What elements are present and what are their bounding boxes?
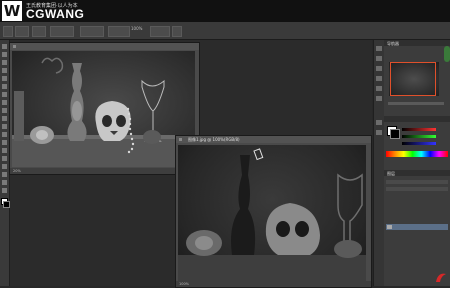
document-window[interactable]: 图像1.jpg @ 100%(RGB/8) 100% bbox=[175, 135, 372, 288]
option-dropdown[interactable] bbox=[80, 26, 104, 37]
close-icon[interactable] bbox=[13, 45, 16, 48]
logo-mark: W bbox=[2, 1, 22, 21]
logo-title: CGWANG bbox=[26, 7, 85, 21]
clone-stamp-tool-icon[interactable] bbox=[2, 108, 7, 113]
green-slider[interactable] bbox=[402, 135, 436, 138]
panels-column: 导航器 图层 bbox=[384, 40, 450, 286]
options-bar: 100% bbox=[0, 22, 450, 40]
red-slider[interactable] bbox=[402, 128, 436, 131]
properties-panel-icon[interactable] bbox=[376, 56, 382, 61]
option-dropdown[interactable] bbox=[50, 26, 74, 37]
status-bar: 20% bbox=[10, 168, 199, 174]
cgwang-logo: W 王氏教育集团·以人为本 CGWANG bbox=[2, 1, 86, 21]
eyedropper-tool-icon[interactable] bbox=[2, 84, 7, 89]
image-canvas[interactable] bbox=[178, 145, 366, 281]
document-tab[interactable] bbox=[10, 43, 199, 50]
eraser-tool-icon[interactable] bbox=[2, 124, 7, 129]
color-panel-icon[interactable] bbox=[376, 130, 382, 135]
character-panel-icon[interactable] bbox=[376, 86, 382, 91]
brand-logo-icon bbox=[436, 273, 446, 282]
navigator-view-box[interactable] bbox=[390, 62, 436, 96]
layers-panel-header[interactable]: 图层 bbox=[384, 170, 450, 176]
gradient-tool-icon[interactable] bbox=[2, 132, 7, 137]
document-window[interactable]: 20% bbox=[9, 42, 200, 175]
path-selection-tool-icon[interactable] bbox=[2, 164, 7, 169]
layer-thumbnail bbox=[387, 225, 392, 229]
shape-tool-icon[interactable] bbox=[2, 172, 7, 177]
zoom-status[interactable]: 100% bbox=[179, 282, 189, 286]
zoom-status[interactable]: 20% bbox=[13, 169, 21, 173]
close-icon[interactable] bbox=[179, 138, 182, 141]
background-color-swatch[interactable] bbox=[3, 201, 10, 208]
lasso-tool-icon[interactable] bbox=[2, 60, 7, 65]
panel-badge bbox=[444, 46, 450, 62]
history-brush-tool-icon[interactable] bbox=[2, 116, 7, 121]
healing-brush-tool-icon[interactable] bbox=[2, 92, 7, 97]
zoom-value[interactable]: 100% bbox=[131, 26, 142, 31]
document-tab[interactable]: 图像1.jpg @ 100%(RGB/8) bbox=[176, 136, 371, 143]
info-panel-icon[interactable] bbox=[376, 120, 382, 125]
option-dropdown[interactable] bbox=[150, 26, 170, 37]
dodge-tool-icon[interactable] bbox=[2, 140, 7, 145]
still-life-image bbox=[12, 57, 195, 167]
blue-slider[interactable] bbox=[402, 142, 436, 145]
layers-filter-bar[interactable] bbox=[386, 180, 448, 184]
option-dropdown[interactable] bbox=[108, 26, 130, 37]
navigator-panel-header[interactable]: 导航器 bbox=[384, 40, 450, 46]
color-spectrum[interactable] bbox=[386, 151, 448, 157]
layers-panel-label: 图层 bbox=[387, 171, 395, 176]
background-color-swatch[interactable] bbox=[390, 129, 400, 139]
status-bar: 100% bbox=[176, 281, 371, 287]
option-button[interactable] bbox=[32, 26, 46, 37]
navigator-zoom-slider[interactable] bbox=[388, 102, 444, 105]
option-button[interactable] bbox=[15, 26, 29, 37]
navigator-panel-label: 导航器 bbox=[387, 41, 399, 46]
history-panel-icon[interactable] bbox=[376, 46, 382, 51]
hand-tool-icon[interactable] bbox=[2, 180, 7, 185]
brush-tool-icon[interactable] bbox=[2, 100, 7, 105]
adjustments-panel-icon[interactable] bbox=[376, 66, 382, 71]
color-panel-header[interactable] bbox=[384, 116, 450, 122]
pen-tool-icon[interactable] bbox=[2, 148, 7, 153]
magic-wand-tool-icon[interactable] bbox=[2, 68, 7, 73]
tool-preset-picker[interactable] bbox=[3, 26, 13, 37]
paragraph-panel-icon[interactable] bbox=[376, 96, 382, 101]
move-tool-icon[interactable] bbox=[2, 44, 7, 49]
option-button[interactable] bbox=[172, 26, 182, 37]
zoom-tool-icon[interactable] bbox=[2, 188, 7, 193]
image-canvas[interactable] bbox=[12, 51, 195, 167]
crop-tool-icon[interactable] bbox=[2, 76, 7, 81]
marquee-tool-icon[interactable] bbox=[2, 52, 7, 57]
brush-panel-icon[interactable] bbox=[376, 76, 382, 81]
document-tab-label: 图像1.jpg @ 100%(RGB/8) bbox=[188, 137, 240, 142]
layer-row[interactable] bbox=[386, 224, 448, 230]
blend-mode-row[interactable] bbox=[386, 187, 448, 191]
type-tool-icon[interactable] bbox=[2, 156, 7, 161]
still-life-image-zoomed bbox=[178, 148, 366, 281]
